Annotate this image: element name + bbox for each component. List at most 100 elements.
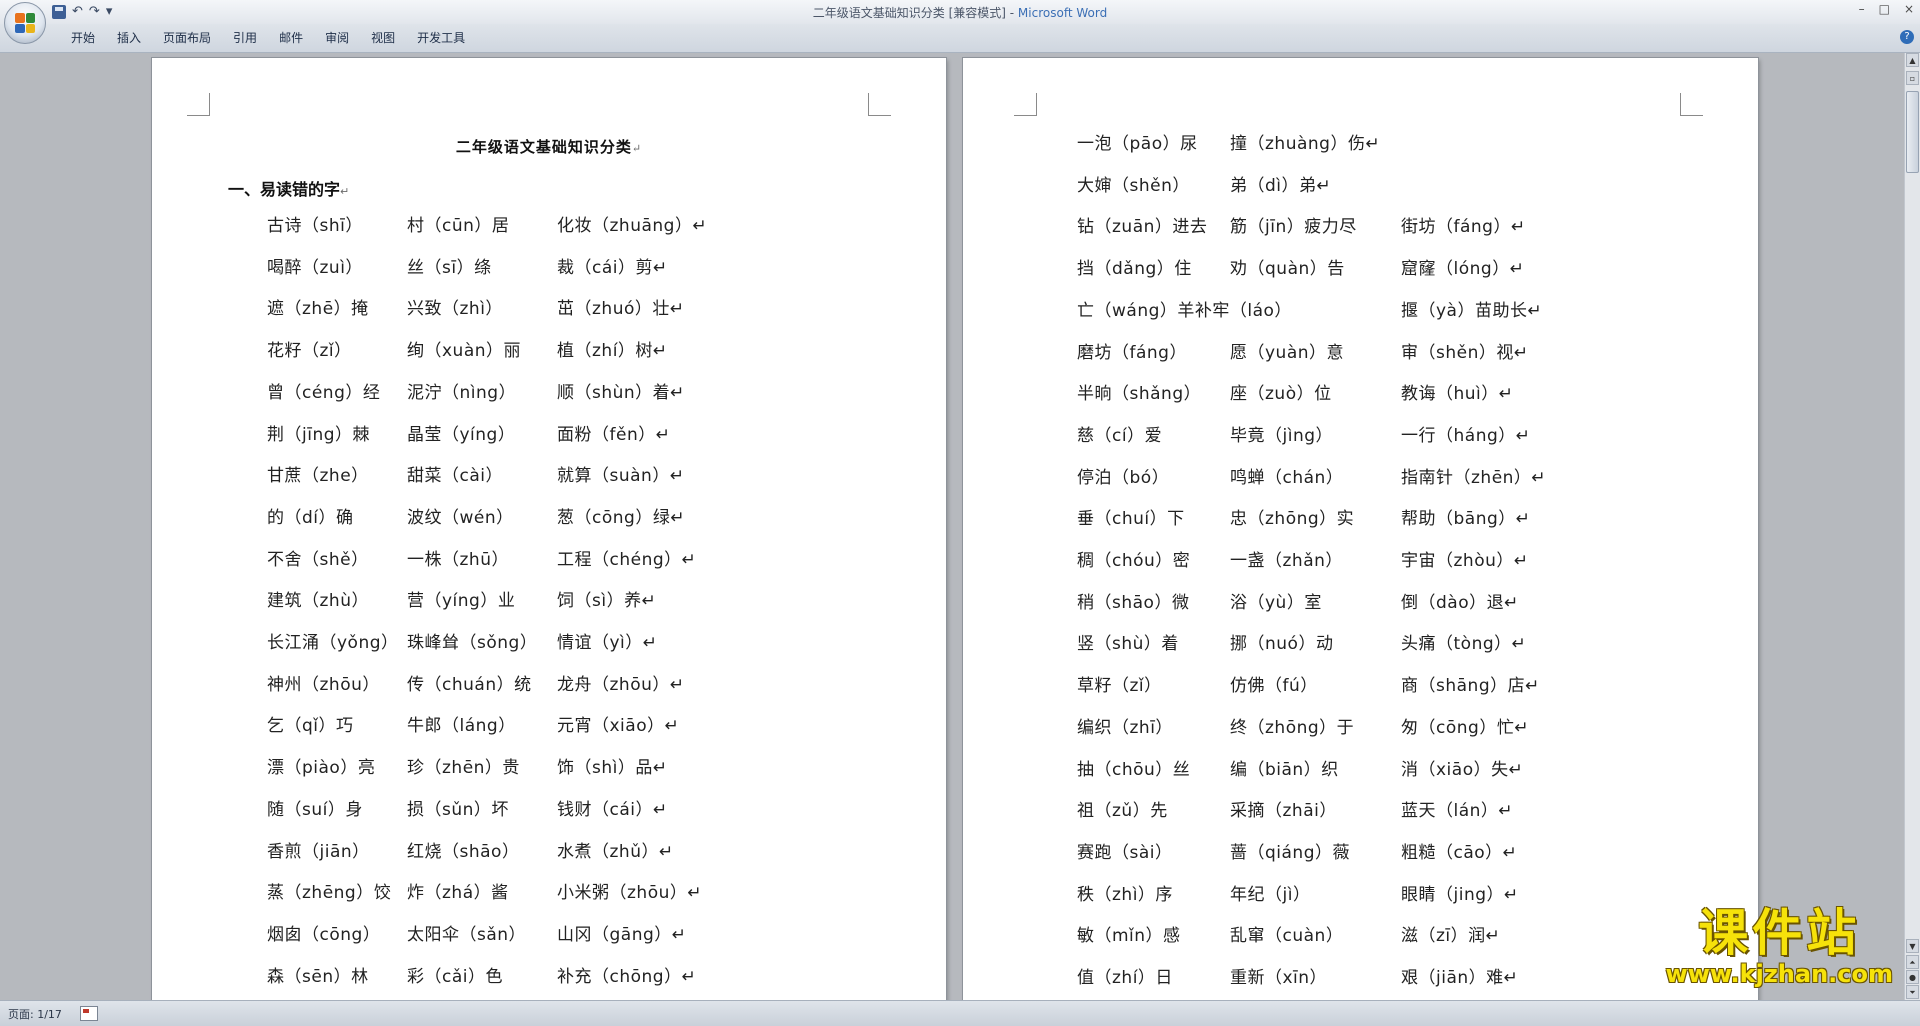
word-entry: 劝（quàn）告	[1230, 259, 1345, 280]
word-entry: 营（yíng）业	[407, 591, 516, 612]
word-entry: 损（sǔn）坏	[407, 799, 509, 820]
word-row: 建筑（zhù） 营（yíng）业 饲（sì）养↵	[152, 586, 932, 612]
word-row: 慈（cí）爱 毕竟（jìng） 一行（háng）↵	[963, 421, 1743, 446]
next-page-icon[interactable]: ⏷	[1906, 985, 1919, 999]
word-entry: 植（zhí）树↵	[557, 341, 668, 362]
word-entry: 补充（chōng）↵	[557, 966, 697, 987]
document-area[interactable]: 二年级语文基础知识分类↵ 一、易读错的字↵ 古诗（shī） 村（cūn）居 化妆（z…	[0, 53, 1905, 1000]
word-row: 垂（chuí）下 忠（zhōng）实 帮助（bāng）↵	[963, 504, 1743, 530]
page-right[interactable]: 一泡（pāo）尿 撞（zhuàng）伤↵ 大婶（shěn） 弟（dì）弟↵ 钻（zuān…	[963, 58, 1758, 1000]
ruler-toggle-icon[interactable]: ▫	[1906, 71, 1919, 85]
crop-mark-top-left	[1014, 93, 1037, 116]
word-entry: 采摘（zhāi）	[1230, 801, 1337, 822]
prev-page-icon[interactable]: ⏶	[1906, 955, 1919, 969]
word-entry: 挪（nuó）动	[1230, 634, 1334, 655]
word-entry: 稠（chóu）密	[1077, 551, 1191, 571]
word-entry: 喝醉（zuì）	[267, 257, 363, 278]
watermark-title: 课件站	[1698, 904, 1861, 962]
word-entry: 倒（dào）退↵	[1401, 592, 1519, 613]
tab-5[interactable]: 审阅	[314, 30, 360, 46]
word-entry: 村（cūn）居	[407, 216, 510, 236]
word-entry: 愿（yuàn）意	[1230, 342, 1345, 363]
page-left[interactable]: 二年级语文基础知识分类↵ 一、易读错的字↵ 古诗（shī） 村（cūn）居 化妆（z…	[152, 58, 946, 1000]
word-entry: 座（zuò）位	[1230, 384, 1332, 405]
word-entry: 小米粥（zhōu）↵	[557, 883, 703, 904]
word-entry: 牛郎（láng）	[407, 716, 516, 737]
word-entry: 敏（mǐn）感	[1077, 926, 1181, 947]
crop-mark-top-right	[1680, 93, 1703, 116]
page-indicator[interactable]: 页面: 1/17	[8, 1006, 62, 1022]
word-row: 曾（céng）经 泥泞（nìng） 顺（shùn）着↵	[152, 378, 932, 403]
word-entry: 山冈（gāng）↵	[557, 924, 687, 945]
select-browse-object-icon[interactable]: ●	[1906, 970, 1919, 984]
word-entry: 神州（zhōu）	[267, 674, 380, 695]
word-entry: 艰（jiān）难↵	[1401, 968, 1519, 988]
word-entry: 垂（chuí）下	[1077, 509, 1185, 530]
scroll-thumb[interactable]	[1906, 91, 1919, 173]
app-name: Microsoft Word	[1017, 6, 1108, 20]
word-entry: 匆（cōng）忙↵	[1401, 717, 1530, 738]
word-entry: 一盏（zhǎn）	[1230, 551, 1343, 571]
vertical-scrollbar[interactable]: ▲ ▫ ▼ ⏶ ● ⏷	[1904, 53, 1920, 1000]
window-controls: – □ ×	[1859, 2, 1914, 16]
word-entry: 编织（zhī）	[1077, 717, 1173, 738]
word-entry: 稍（shāo）微	[1077, 592, 1190, 613]
word-entry: 茁（zhuó）壮↵	[557, 299, 685, 320]
help-icon[interactable]: ?	[1900, 30, 1914, 44]
word-entry: 忠（zhōng）实	[1230, 509, 1355, 530]
proofing-icon[interactable]	[80, 1006, 98, 1021]
tab-2[interactable]: 页面布局	[152, 30, 222, 46]
tab-1[interactable]: 插入	[106, 30, 152, 46]
word-entry: 红烧（shāo）	[407, 841, 520, 862]
word-entry: 烟囱（cōng）	[267, 924, 381, 945]
word-entry: 草籽（zǐ）	[1077, 676, 1162, 697]
status-bar: 页面: 1/17	[0, 1000, 1920, 1026]
section-heading-text: 一、易读错的字	[228, 180, 341, 199]
tab-0[interactable]: 开始	[60, 30, 106, 46]
word-entry: 甘蔗（zhe）	[267, 466, 369, 487]
word-entry: 乞（qǐ）巧	[267, 716, 354, 737]
maximize-button[interactable]: □	[1879, 2, 1890, 16]
word-entry: 波纹（wén）	[407, 507, 514, 528]
word-entry: 弟（dì）弟↵	[1230, 175, 1332, 196]
word-row: 秩（zhì）序 年纪（jì） 眼睛（jing）↵	[963, 880, 1743, 905]
word-entry: 毕竟（jìng）	[1230, 425, 1334, 446]
scroll-up-icon[interactable]: ▲	[1906, 53, 1919, 67]
word-entry: 葱（cōng）绿↵	[557, 507, 686, 528]
word-entry: 化妆（zhuāng）↵	[557, 216, 708, 236]
office-button[interactable]	[4, 2, 46, 44]
word-entry: 彩（cǎi）色	[407, 966, 503, 987]
word-entry: 绚（xuàn）丽	[407, 341, 522, 362]
word-entry: 兴致（zhì）	[407, 299, 503, 320]
ribbon-tab-bar: 开始 插入 页面布局 引用 邮件 审阅 视图 开发工具 ?	[0, 24, 1920, 53]
word-entry: 龙舟（zhōu）↵	[557, 674, 685, 695]
word-row: 大婶（shěn） 弟（dì）弟↵	[963, 171, 1743, 196]
word-entry: 建筑（zhù）	[267, 591, 369, 612]
word-entry: 挡（dǎng）住	[1077, 259, 1192, 280]
word-row: 长江涌（yǒng） 珠峰耸（sǒng） 情谊（yì）↵	[152, 628, 932, 653]
tab-6[interactable]: 视图	[360, 30, 406, 46]
document-title-text: 二年级语文基础知识分类 [兼容模式] -	[812, 6, 1018, 20]
scroll-down-icon[interactable]: ▼	[1906, 939, 1919, 953]
word-entry: 蒸（zhēng）饺	[267, 883, 392, 904]
word-entry: 裁（cái）剪↵	[557, 257, 668, 278]
word-entry: 仿佛（fú）	[1230, 676, 1318, 697]
tab-3[interactable]: 引用	[222, 30, 268, 46]
word-entry: 漂（piào）亮	[267, 758, 376, 779]
word-row: 祖（zǔ）先 采摘（zhāi） 蓝天（lán）↵	[963, 796, 1743, 822]
word-entry: 大婶（shěn）	[1077, 175, 1190, 196]
minimize-button[interactable]: –	[1859, 2, 1865, 16]
word-entry: 甜菜（cài）	[407, 466, 503, 487]
close-button[interactable]: ×	[1904, 2, 1914, 16]
word-row: 甘蔗（zhe） 甜菜（cài） 就算（suàn）↵	[152, 461, 932, 487]
word-entry: 一行（háng）↵	[1401, 425, 1531, 446]
tab-4[interactable]: 邮件	[268, 30, 314, 46]
word-entry: 的（dí）确	[267, 507, 354, 528]
word-row: 草籽（zǐ） 仿佛（fú） 商（shāng）店↵	[963, 671, 1743, 697]
word-entry: 滋（zī）润↵	[1401, 926, 1501, 947]
word-row: 蒸（zhēng）饺 炸（zhá）酱 小米粥（zhōu）↵	[152, 878, 932, 904]
word-entry: 帮助（bāng）↵	[1401, 509, 1531, 530]
word-row: 值（zhí）日 重新（xīn） 艰（jiān）难↵	[963, 963, 1743, 988]
tab-7[interactable]: 开发工具	[406, 30, 476, 46]
word-row: 半晌（shǎng） 座（zuò）位 教诲（huì）↵	[963, 379, 1743, 405]
